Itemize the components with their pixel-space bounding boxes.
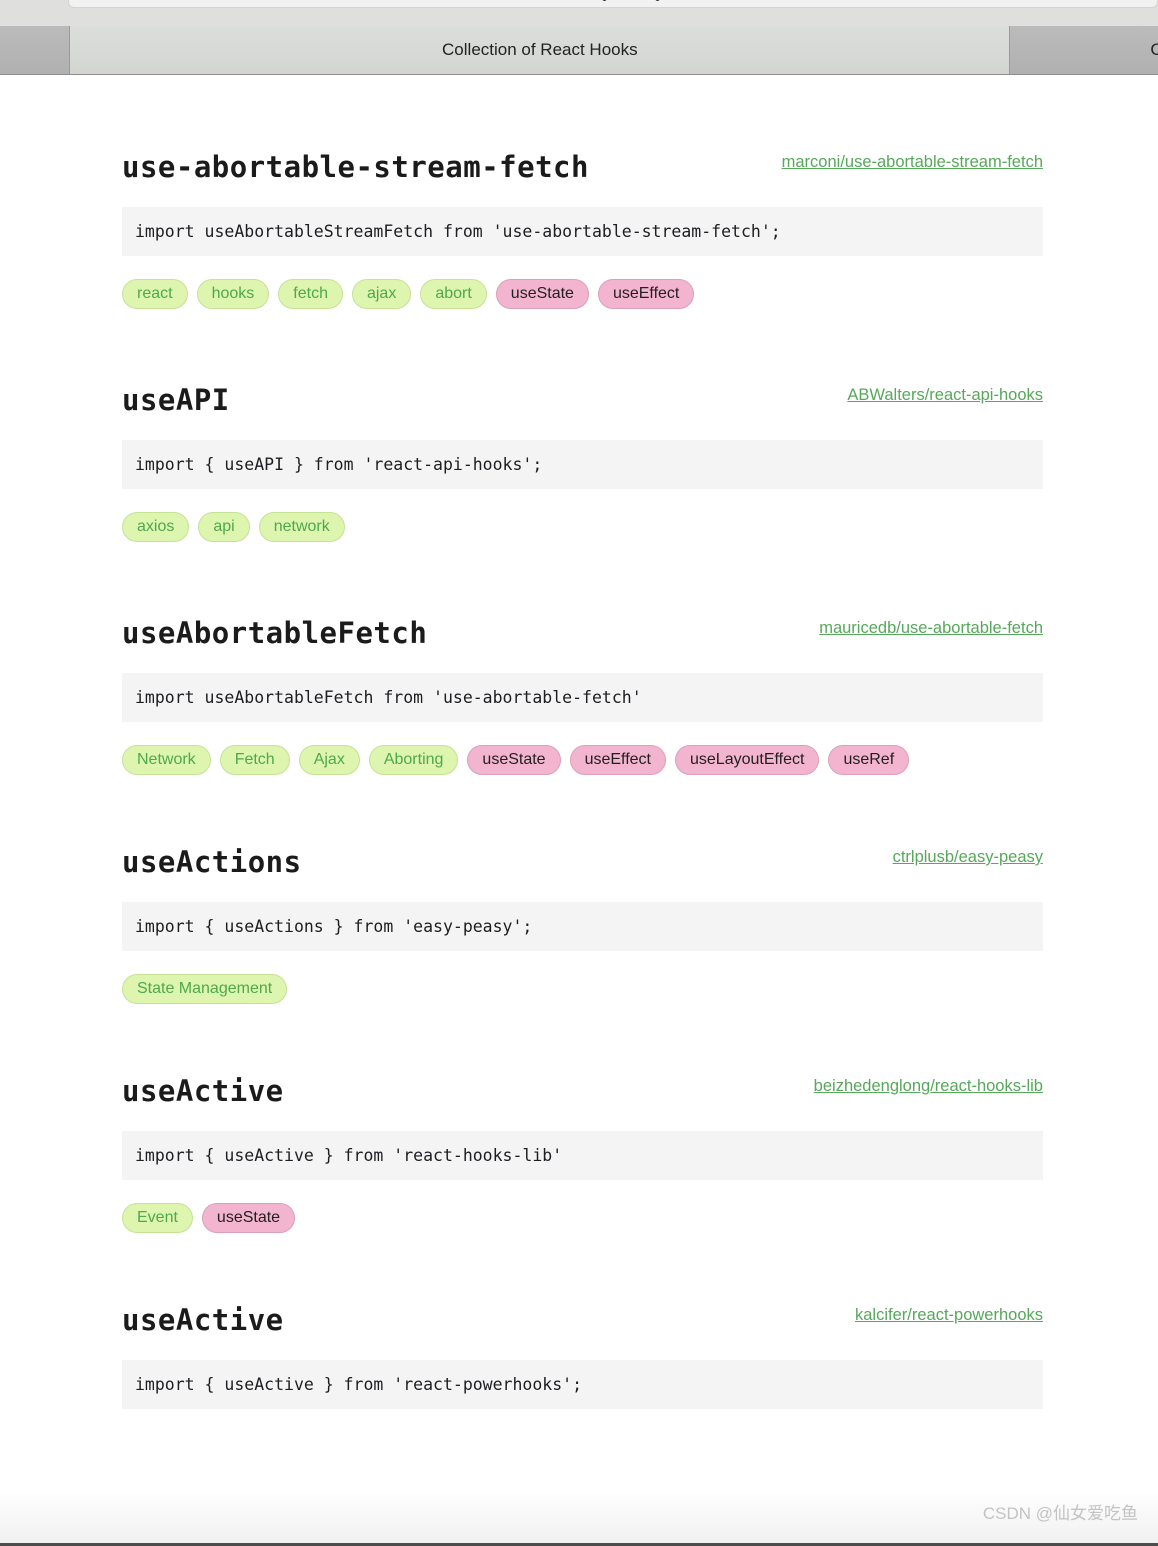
tag-axios[interactable]: axios (122, 512, 190, 542)
hook-tag-list: Event useState (122, 1203, 1043, 1233)
hook-spacer (0, 775, 1158, 833)
tag-usestate[interactable]: useState (467, 745, 561, 775)
tab-0[interactable] (0, 26, 71, 74)
tab-strip: Collection of React Hooks C (0, 26, 1158, 75)
hook-import-code: import { useActive } from 'react-hooks-l… (122, 1131, 1043, 1180)
hook-import-code: import { useActive } from 'react-powerho… (122, 1360, 1043, 1409)
hook-import-code: import useAbortableFetch from 'use-abort… (122, 673, 1043, 722)
tag-state-management[interactable]: State Management (122, 974, 288, 1004)
hook-entry: useActive kalcifer/react-powerhooks impo… (0, 1291, 1158, 1409)
tag-fetch[interactable]: Fetch (219, 745, 290, 775)
hook-tag-list: Network Fetch Ajax Aborting useState use… (122, 745, 1043, 775)
hook-repo-link[interactable]: marconi/use-abortable-stream-fetch (782, 153, 1043, 172)
hook-spacer (0, 1233, 1158, 1291)
tab-1-label: Collection of React Hooks (442, 40, 638, 59)
tag-api[interactable]: api (198, 512, 250, 542)
tag-event[interactable]: Event (122, 1203, 193, 1233)
hook-header: useAbortableFetch mauricedb/use-abortabl… (122, 604, 1043, 650)
hook-repo-link[interactable]: beizhedenglong/react-hooks-lib (814, 1077, 1043, 1096)
hook-spacer (0, 542, 1158, 604)
tag-useeffect[interactable]: useEffect (597, 279, 695, 309)
tag-usestate[interactable]: useState (201, 1203, 296, 1233)
hook-entry: useAPI ABWalters/react-api-hooks import … (0, 371, 1158, 542)
hook-title: use-abortable-stream-fetch (122, 150, 589, 184)
hook-entry: useActions ctrlplusb/easy-peasy import {… (0, 833, 1158, 1004)
tab-2-label: C (1150, 40, 1158, 59)
tag-react[interactable]: react (122, 279, 188, 309)
hook-tag-list: react hooks fetch ajax abort useState us… (122, 279, 1043, 309)
tag-useref[interactable]: useRef (828, 745, 910, 775)
hook-title: useActive (122, 1074, 284, 1108)
hook-import-code: import useAbortableStreamFetch from 'use… (122, 207, 1043, 256)
hook-entry: useActive beizhedenglong/react-hooks-lib… (0, 1062, 1158, 1233)
hook-repo-link[interactable]: ABWalters/react-api-hooks (847, 386, 1043, 405)
tab-collection-of-react-hooks[interactable]: Collection of React Hooks (70, 26, 1011, 74)
browser-toolbar-strip (0, 0, 1158, 26)
csdn-watermark: CSDN @仙女爱吃鱼 (982, 1504, 1138, 1523)
tag-ajax[interactable]: ajax (351, 279, 412, 309)
tag-usestate[interactable]: useState (495, 279, 589, 309)
hook-spacer (0, 1004, 1158, 1062)
address-bar[interactable] (68, 0, 1158, 8)
hook-title: useAPI (122, 383, 230, 417)
tag-fetch[interactable]: fetch (278, 279, 343, 309)
hook-title: useActions (122, 845, 302, 879)
tag-aborting[interactable]: Aborting (368, 745, 459, 775)
hook-header: useActive kalcifer/react-powerhooks (122, 1291, 1043, 1337)
top-spacer (0, 76, 1158, 138)
page-content: use-abortable-stream-fetch marconi/use-a… (0, 76, 1158, 1546)
tag-uselayouteffect[interactable]: useLayoutEffect (675, 745, 820, 775)
hook-title: useActive (122, 1303, 284, 1337)
hook-entry: use-abortable-stream-fetch marconi/use-a… (0, 138, 1158, 309)
hook-tag-list: axios api network (122, 512, 1043, 542)
hook-import-code: import { useAPI } from 'react-api-hooks'… (122, 440, 1043, 489)
hook-title: useAbortableFetch (122, 616, 428, 650)
tag-network[interactable]: network (258, 512, 345, 542)
hook-spacer (0, 309, 1158, 371)
hook-repo-link[interactable]: mauricedb/use-abortable-fetch (819, 619, 1043, 638)
hook-header: useAPI ABWalters/react-api-hooks (122, 371, 1043, 417)
tag-ajax[interactable]: Ajax (298, 745, 360, 775)
hook-tag-list: State Management (122, 974, 1043, 1004)
tag-network[interactable]: Network (122, 745, 211, 775)
tag-hooks[interactable]: hooks (196, 279, 270, 309)
browser-window: Collection of React Hooks C use-abortabl… (0, 0, 1158, 1546)
hook-repo-link[interactable]: kalcifer/react-powerhooks (855, 1306, 1043, 1325)
tab-2[interactable]: C (1010, 26, 1158, 74)
hook-header: use-abortable-stream-fetch marconi/use-a… (122, 138, 1043, 184)
tag-abort[interactable]: abort (420, 279, 487, 309)
hook-import-code: import { useActions } from 'easy-peasy'; (122, 902, 1043, 951)
hook-header: useActive beizhedenglong/react-hooks-lib (122, 1062, 1043, 1108)
tag-useeffect[interactable]: useEffect (569, 745, 666, 775)
hook-entry: useAbortableFetch mauricedb/use-abortabl… (0, 604, 1158, 775)
hook-repo-link[interactable]: ctrlplusb/easy-peasy (893, 848, 1043, 867)
hook-header: useActions ctrlplusb/easy-peasy (122, 833, 1043, 879)
